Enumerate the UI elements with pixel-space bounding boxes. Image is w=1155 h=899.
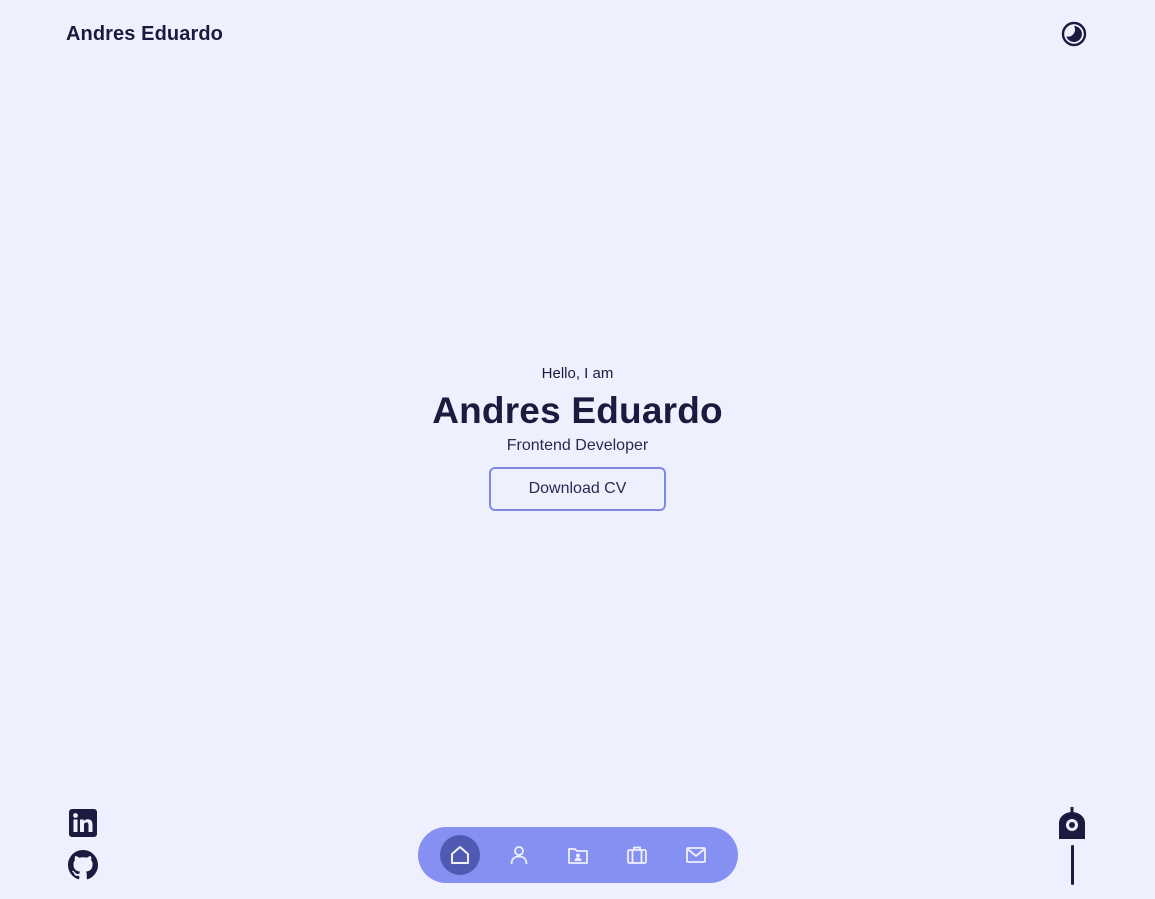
moon-icon (1061, 21, 1087, 47)
folder-icon (568, 848, 588, 864)
nav-experience[interactable] (617, 835, 657, 875)
linkedin-link[interactable] (66, 808, 100, 838)
github-icon (68, 850, 98, 880)
bottom-navbar (418, 827, 738, 883)
hero-section: Hello, I am Andres Eduardo Frontend Deve… (0, 364, 1155, 511)
nav-about[interactable] (499, 835, 539, 875)
nav-contact[interactable] (676, 835, 716, 875)
scroll-down-indicator[interactable] (1057, 807, 1087, 885)
nav-home[interactable] (440, 835, 480, 875)
site-logo[interactable]: Andres Eduardo (66, 22, 223, 46)
hero-role: Frontend Developer (506, 437, 649, 454)
download-cv-button[interactable]: Download CV (489, 467, 666, 511)
github-link[interactable] (66, 850, 100, 880)
page: Andres Eduardo Hello, I am Andres Eduard… (0, 0, 1155, 899)
briefcase-icon (627, 846, 647, 864)
mail-icon (686, 847, 706, 863)
scroll-line (1070, 845, 1074, 885)
scroll-icon (1059, 807, 1085, 839)
hero-name: Andres Eduardo (432, 390, 723, 431)
home-icon (451, 846, 469, 864)
user-icon (510, 846, 528, 865)
theme-toggle-button[interactable] (1061, 21, 1087, 47)
social-links (66, 808, 100, 880)
hero-greeting: Hello, I am (541, 365, 614, 382)
nav-projects[interactable] (558, 835, 598, 875)
linkedin-icon (69, 809, 97, 837)
